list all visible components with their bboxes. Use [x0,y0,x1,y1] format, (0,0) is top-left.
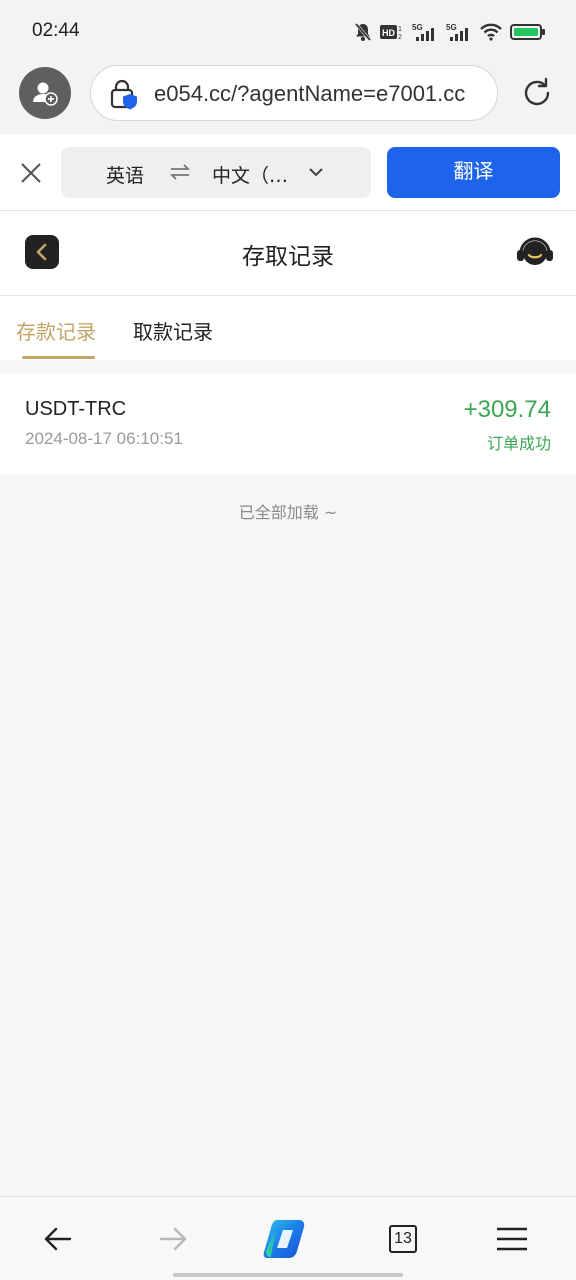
home-indicator[interactable] [173,1273,403,1277]
customer-service-button[interactable] [516,233,554,273]
status-time: 02:44 [32,20,80,41]
lock-shield-icon [110,79,137,110]
status-bar: 02:44 HD 1 2 5G 5G [0,0,576,60]
menu-button[interactable] [494,1221,530,1257]
forward-arrow-icon [159,1227,187,1251]
list-item[interactable]: USDT-TRC 2024-08-17 06:10:51 +309.74 订单成… [0,373,576,474]
nav-back-button[interactable] [40,1221,76,1257]
menu-icon [497,1227,527,1251]
signal-5g-icon: 5G [412,23,434,41]
chevron-down-icon [309,168,323,177]
nav-forward-button[interactable] [155,1221,191,1257]
app-header: 存取记录 [0,211,576,296]
hd-icon: HD 1 2 [380,25,402,41]
status-icons: HD 1 2 5G 5G [354,20,546,44]
bell-muted-icon [354,23,372,41]
battery-icon [510,24,545,40]
close-icon [21,163,41,183]
browser-bottom-nav: 13 [0,1196,576,1280]
record-amount: +309.74 [463,396,551,423]
target-language[interactable]: 中文（… [212,161,288,188]
translate-button[interactable]: 翻译 [387,147,560,198]
close-translate-button[interactable] [19,161,43,189]
svg-text:1: 1 [398,26,402,33]
browser-toolbar: e054.cc/?agentName=e7001.cc [0,60,576,134]
source-language[interactable]: 英语 [106,161,144,188]
all-loaded-text: 已全部加载 ~ [238,503,338,522]
translate-bar: 英语 中文（… 翻译 [0,134,576,211]
profile-add-icon [33,82,58,106]
tabs-icon: 13 [389,1225,417,1253]
svg-text:HD: HD [382,28,395,38]
tab-deposit-records[interactable]: 存款记录 [16,316,96,345]
language-selector[interactable]: 英语 中文（… [61,147,371,198]
copilot-icon [263,1220,305,1258]
signal-5g-icon: 5G [446,23,468,41]
tab-withdraw-records[interactable]: 取款记录 [133,316,213,345]
active-tab-indicator [22,356,95,359]
record-tabs: 存款记录 取款记录 [0,296,576,360]
wifi-icon [480,23,502,41]
svg-text:2: 2 [398,34,402,41]
svg-text:5G: 5G [412,23,423,32]
profile-button[interactable] [19,67,71,119]
record-currency: USDT-TRC [25,398,127,420]
record-time: 2024-08-17 06:10:51 [25,429,183,448]
back-arrow-icon [44,1227,72,1251]
copilot-button[interactable] [262,1215,314,1263]
address-bar[interactable]: e054.cc/?agentName=e7001.cc [90,65,498,121]
page-title: 存取记录 [242,244,334,270]
url-text[interactable]: e054.cc/?agentName=e7001.cc [154,81,490,107]
swap-icon[interactable] [169,162,191,182]
svg-text:5G: 5G [446,23,457,32]
headset-icon [517,237,553,265]
record-status: 订单成功 [486,434,551,453]
reload-icon [524,77,550,106]
tabs-button[interactable]: 13 [385,1221,421,1257]
reload-button[interactable] [520,76,554,114]
